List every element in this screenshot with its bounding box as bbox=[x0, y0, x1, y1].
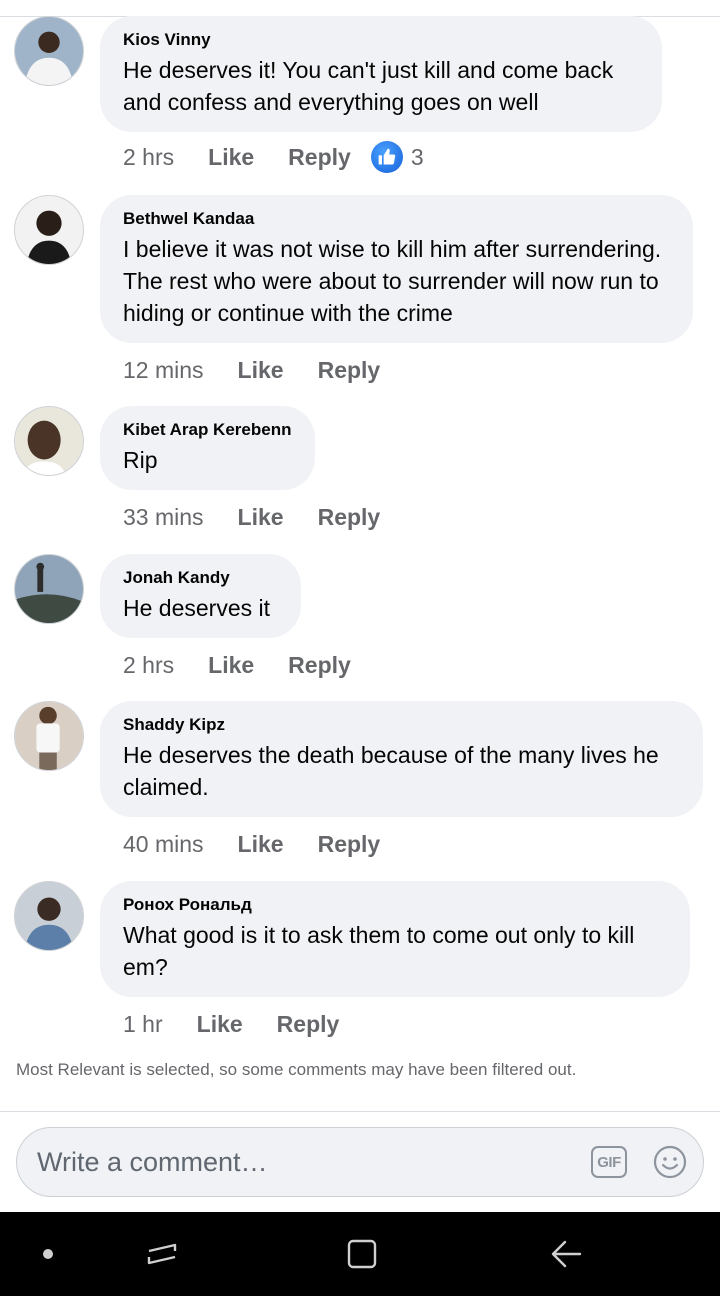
reply-button[interactable]: Reply bbox=[318, 504, 381, 531]
gif-button[interactable]: GIF bbox=[591, 1146, 627, 1178]
comment-author[interactable]: Bethwel Kandaa bbox=[123, 209, 671, 229]
comment-bubble: Ронох Рональд What good is it to ask the… bbox=[100, 881, 690, 997]
smiley-icon[interactable] bbox=[653, 1145, 687, 1179]
avatar[interactable] bbox=[14, 881, 84, 951]
filter-note: Most Relevant is selected, so some comme… bbox=[16, 1060, 577, 1079]
recent-apps-icon[interactable] bbox=[140, 1212, 184, 1296]
comment-time[interactable]: 1 hr bbox=[123, 1011, 163, 1038]
reply-button[interactable]: Reply bbox=[318, 831, 381, 858]
like-button[interactable]: Like bbox=[197, 1011, 243, 1038]
system-nav-bar bbox=[0, 1212, 720, 1296]
reply-button[interactable]: Reply bbox=[277, 1011, 340, 1038]
comment-time[interactable]: 2 hrs bbox=[123, 652, 174, 679]
comment-composer: GIF bbox=[16, 1127, 704, 1197]
comment-bubble: Kibet Arap Kerebenn Rip bbox=[100, 406, 315, 490]
reply-button[interactable]: Reply bbox=[318, 357, 381, 384]
comment-author[interactable]: Ронох Рональд bbox=[123, 895, 668, 915]
comment-text: Rip bbox=[123, 447, 158, 473]
comment-bubble: Bethwel Kandaa I believe it was not wise… bbox=[100, 195, 693, 343]
dot-icon[interactable] bbox=[30, 1212, 66, 1296]
comment-meta: 12 mins Like Reply bbox=[123, 355, 380, 385]
home-square-icon[interactable] bbox=[340, 1212, 384, 1296]
comment-meta: 1 hr Like Reply bbox=[123, 1009, 339, 1039]
comment-author[interactable]: Kios Vinny bbox=[123, 30, 640, 50]
like-button[interactable]: Like bbox=[238, 831, 284, 858]
reply-button[interactable]: Reply bbox=[288, 652, 351, 679]
comment-text: He deserves the death because of the man… bbox=[123, 742, 659, 800]
comment-meta: 2 hrs Like Reply bbox=[123, 650, 351, 680]
avatar[interactable] bbox=[14, 195, 84, 265]
comment-input[interactable] bbox=[37, 1146, 591, 1178]
comment-meta: 2 hrs Like Reply 3 bbox=[123, 141, 424, 173]
like-button[interactable]: Like bbox=[208, 144, 254, 171]
comment-meta: 40 mins Like Reply bbox=[123, 829, 380, 859]
avatar[interactable] bbox=[14, 16, 84, 86]
comment-bubble: Shaddy Kipz He deserves the death becaus… bbox=[100, 701, 703, 817]
comment-author[interactable]: Shaddy Kipz bbox=[123, 715, 681, 735]
avatar[interactable] bbox=[14, 554, 84, 624]
composer-divider bbox=[0, 1111, 720, 1112]
reaction-count: 3 bbox=[410, 143, 424, 170]
like-thumb-icon bbox=[370, 141, 403, 173]
comment-author[interactable]: Kibet Arap Kerebenn bbox=[123, 420, 293, 440]
comment-text: He deserves it bbox=[123, 595, 271, 621]
comment-time[interactable]: 33 mins bbox=[123, 504, 204, 531]
comment-text: I believe it was not wise to kill him af… bbox=[123, 236, 662, 326]
reply-button[interactable]: Reply bbox=[288, 144, 351, 171]
like-button[interactable]: Like bbox=[208, 652, 254, 679]
avatar[interactable] bbox=[14, 406, 84, 476]
comment-bubble: Jonah Kandy He deserves it bbox=[100, 554, 301, 638]
back-arrow-icon[interactable] bbox=[544, 1212, 588, 1296]
comment-bubble: Kios Vinny He deserves it! You can't jus… bbox=[100, 16, 662, 132]
comment-author[interactable]: Jonah Kandy bbox=[123, 568, 279, 588]
avatar[interactable] bbox=[14, 701, 84, 771]
reaction-summary[interactable]: 3 bbox=[370, 141, 424, 173]
comment-time[interactable]: 12 mins bbox=[123, 357, 204, 384]
comment-text: What good is it to ask them to come out … bbox=[123, 922, 635, 980]
comment-time[interactable]: 2 hrs bbox=[123, 144, 174, 171]
like-button[interactable]: Like bbox=[238, 357, 284, 384]
comment-meta: 33 mins Like Reply bbox=[123, 502, 380, 532]
like-button[interactable]: Like bbox=[238, 504, 284, 531]
comment-time[interactable]: 40 mins bbox=[123, 831, 204, 858]
comment-text: He deserves it! You can't just kill and … bbox=[123, 57, 614, 115]
